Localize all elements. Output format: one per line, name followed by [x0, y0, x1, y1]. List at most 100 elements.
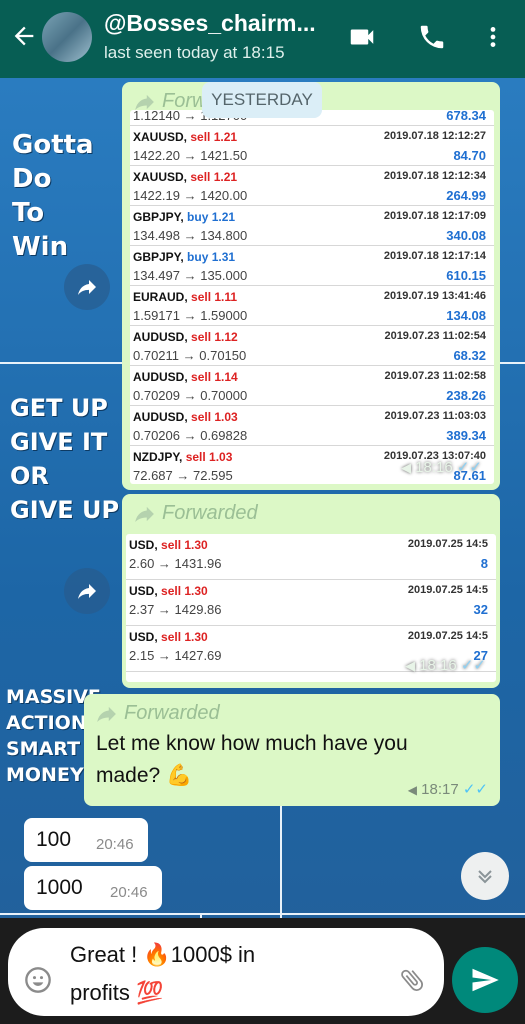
message-timestamp: 20:46 [110, 884, 148, 901]
trade-date: 2019.07.18 12:17:09 [383, 210, 486, 222]
wallpaper-text-money: MONEY [6, 764, 84, 786]
trade-profit: 340.08 [446, 228, 486, 243]
wallpaper-text-gotta: Gotta [12, 130, 94, 160]
audio-icon: ◀ [407, 783, 417, 797]
trade-date: 2019.07.23 11:02:54 [384, 330, 486, 342]
contact-name[interactable]: @Bosses_chairm... [104, 10, 316, 37]
trade-prices: 2.37 → 1429.86 [129, 602, 222, 617]
trade-prices: 134.498 → 134.800 [133, 228, 248, 243]
trade-profit: 389.34 [446, 428, 486, 443]
trade-symbol: USD, sell 1.30 [129, 630, 208, 644]
trade-prices: 0.70206 → 0.69828 [133, 428, 248, 443]
scroll-to-bottom-button[interactable] [461, 852, 509, 900]
wallpaper-text-to: To [12, 198, 45, 228]
trade-profit: 68.32 [453, 348, 486, 363]
send-icon [472, 968, 499, 992]
message-timestamp: 20:46 [96, 836, 134, 853]
emoji-icon[interactable] [24, 966, 52, 999]
trade-date: 2019.07.19 13:41:46 [383, 290, 486, 302]
trade-date: 2019.07.18 12:12:27 [383, 130, 486, 142]
wallpaper-text-give-up: GIVE UP [10, 496, 120, 524]
video-call-icon[interactable] [346, 22, 378, 57]
trade-profit: 264.99 [446, 188, 486, 203]
trade-history-image[interactable]: USD, sell 1.30 2019.07.25 14:5 2.60 → 1431… [126, 534, 496, 682]
trade-side: buy 1.31 [187, 250, 236, 264]
trade-prices: 1422.19 → 1420.00 [133, 188, 248, 203]
date-separator: YESTERDAY [202, 82, 322, 118]
trade-symbol: XAUUSD, sell 1.21 [133, 170, 238, 184]
table-row: AUDUSD, sell 1.12 2019.07.23 11:02:54 0.70… [130, 326, 494, 366]
table-row: EURAUD, sell 1.11 2019.07.19 13:41:46 1.59… [130, 286, 494, 326]
camera-icon: ◀ [404, 658, 415, 673]
table-row: AUDUSD, sell 1.03 2019.07.23 11:03:03 0.70… [130, 406, 494, 446]
back-arrow-icon[interactable] [10, 22, 38, 56]
trade-date: 2019.07.25 14:5 [407, 630, 488, 642]
table-row: GBPJPY, buy 1.21 2019.07.18 12:17:09 134.4… [130, 206, 494, 246]
trade-prices: 2.15 → 1427.69 [129, 648, 222, 663]
trade-symbol: GBPJPY, buy 1.21 [133, 210, 236, 224]
message-text: Let me know how much have you [96, 732, 408, 755]
wallpaper-text-win: Win [12, 232, 69, 262]
read-ticks-icon: ✓✓ [460, 657, 486, 674]
message-input-text[interactable]: Great ! 🔥1000$ in profits 💯 [70, 936, 370, 1012]
last-seen-status: last seen today at 18:15 [104, 43, 285, 62]
trade-side: sell 1.12 [191, 330, 238, 344]
trade-prices: 72.687 → 72.595 [133, 468, 233, 483]
message-input[interactable]: Great ! 🔥1000$ in profits 💯 [8, 928, 444, 1016]
table-row: XAUUSD, sell 1.21 2019.07.18 12:12:27 1422… [130, 126, 494, 166]
trade-side: sell 1.03 [185, 450, 233, 464]
trade-side: sell 1.21 [190, 170, 238, 184]
trade-symbol: AUDUSD, sell 1.03 [133, 410, 238, 424]
trade-symbol: GBPJPY, buy 1.31 [133, 250, 236, 264]
trade-side: sell 1.03 [191, 410, 238, 424]
trade-symbol: AUDUSD, sell 1.12 [133, 330, 238, 344]
trade-date: 2019.07.23 11:03:03 [384, 410, 486, 422]
table-row: AUDUSD, sell 1.14 2019.07.23 11:02:58 0.70… [130, 366, 494, 406]
trade-date: 2019.07.25 14:5 [407, 538, 488, 550]
message-text: made? 💪 [96, 764, 193, 787]
message-timestamp: ◀ 18:16 ✓✓ [404, 657, 486, 674]
message-timestamp: ◀ 18:17 ✓✓ [407, 781, 488, 798]
message-bubble-forwarded-text[interactable]: Forwarded Let me know how much have you … [84, 694, 500, 806]
trade-profit: 8 [480, 556, 488, 571]
message-bubble-forwarded-image[interactable]: Forwarded USD, sell 1.30 2019.07.25 14:5 2… [122, 494, 500, 688]
trade-side: sell 1.30 [161, 630, 208, 644]
trade-symbol: XAUUSD, sell 1.21 [133, 130, 238, 144]
table-row: USD, sell 1.30 2019.07.25 14:5 2.60 → 1431… [126, 534, 496, 580]
table-row: USD, sell 1.30 2019.07.25 14:5 2.37 → 1429… [126, 580, 496, 626]
forward-arrow-icon [97, 706, 116, 722]
send-button[interactable] [452, 947, 518, 1013]
trade-side: sell 1.11 [191, 290, 238, 304]
message-text: 100 [36, 828, 72, 851]
share-forward-button[interactable] [64, 264, 110, 310]
trade-side: buy 1.21 [187, 210, 236, 224]
trade-symbol: NZDJPY, sell 1.03 [133, 450, 233, 464]
wallpaper-text-action: ACTION [6, 712, 87, 734]
phone-icon[interactable] [417, 22, 447, 57]
message-bubble-forwarded-image[interactable]: Forwarded 1.12140 → 1.12700 678.34 XAUUS… [122, 82, 500, 490]
wallpaper-text-give-it: GIVE IT [10, 428, 108, 456]
share-forward-button[interactable] [64, 568, 110, 614]
share-arrow-icon [78, 584, 96, 599]
attach-icon[interactable] [398, 966, 426, 999]
wallpaper-text-do: Do [12, 164, 52, 194]
wallpaper-text-smart: SMART [6, 738, 81, 760]
trade-symbol: USD, sell 1.30 [129, 584, 208, 598]
message-bubble-incoming[interactable]: 1000 20:46 [24, 866, 162, 910]
trade-prices: 134.497 → 135.000 [133, 268, 248, 283]
wallpaper-text-get-up: GET UP [10, 394, 108, 422]
trade-prices: 2.60 → 1431.96 [129, 556, 222, 571]
trade-prices: 1.59171 → 1.59000 [133, 308, 248, 323]
avatar[interactable] [42, 12, 92, 62]
trade-profit: 84.70 [453, 148, 486, 163]
double-chevron-down-icon [478, 870, 492, 884]
wallpaper-text-or: OR [10, 462, 49, 490]
more-options-icon[interactable] [480, 22, 506, 57]
camera-icon: ◀ [400, 460, 411, 475]
trade-profit: 238.26 [446, 388, 486, 403]
trade-side: sell 1.30 [161, 584, 208, 598]
message-bubble-incoming[interactable]: 100 20:46 [24, 818, 148, 862]
trade-history-image[interactable]: 1.12140 → 1.12700 678.34 XAUUSD, sell 1.… [130, 110, 494, 484]
trade-prices: 1422.20 → 1421.50 [133, 148, 248, 163]
trade-profit: 32 [473, 602, 488, 617]
